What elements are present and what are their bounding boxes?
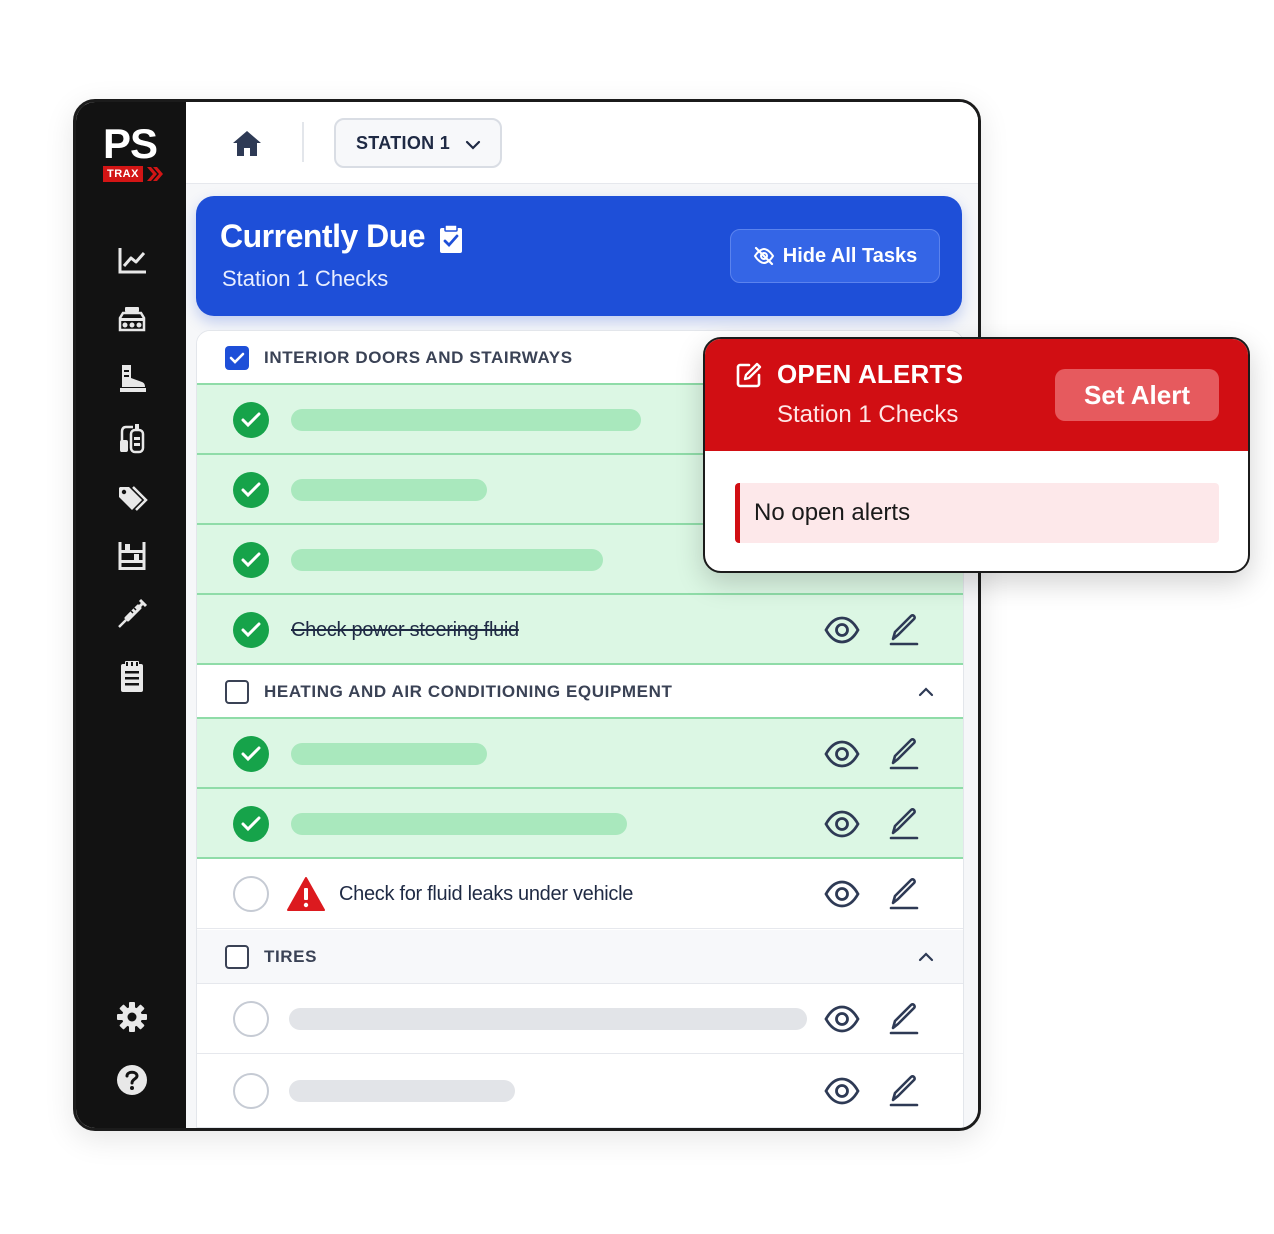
eye-icon[interactable] bbox=[823, 1074, 861, 1108]
open-alerts-title: OPEN ALERTS bbox=[777, 359, 964, 389]
pencil-icon[interactable] bbox=[887, 875, 921, 911]
section-header[interactable]: TIRES bbox=[197, 930, 963, 984]
hide-all-tasks-button[interactable]: Hide All Tasks bbox=[730, 229, 940, 283]
top-bar: STATION 1 bbox=[186, 102, 978, 184]
hide-all-tasks-label: Hide All Tasks bbox=[782, 244, 918, 267]
task-checkbox[interactable] bbox=[233, 1001, 269, 1037]
sidebar-item-tags-icon[interactable] bbox=[114, 480, 150, 516]
section-title: TIRES bbox=[264, 947, 318, 966]
currently-due-card: Currently Due Station 1 Checks Hide All … bbox=[196, 196, 962, 316]
check-circle-icon[interactable] bbox=[233, 806, 269, 842]
task-placeholder-bar bbox=[291, 743, 487, 765]
home-icon[interactable] bbox=[230, 126, 264, 160]
section-title: INTERIOR DOORS AND STAIRWAYS bbox=[264, 348, 573, 367]
check-circle-icon[interactable] bbox=[233, 612, 269, 648]
task-row[interactable] bbox=[197, 1056, 963, 1126]
sidebar-item-boot-icon[interactable] bbox=[114, 360, 150, 396]
check-circle-icon[interactable] bbox=[233, 472, 269, 508]
section-title: HEATING AND AIR CONDITIONING EQUIPMENT bbox=[264, 682, 673, 701]
main-content: STATION 1 Currently Due Station 1 Checks… bbox=[186, 102, 978, 1128]
task-row[interactable]: Check for fluid leaks under vehicle bbox=[197, 859, 963, 929]
logo-chevrons-icon bbox=[147, 167, 163, 181]
sidebar-item-syringe-icon[interactable] bbox=[114, 596, 150, 632]
logo-text: PS bbox=[103, 120, 158, 167]
help-icon[interactable] bbox=[114, 1062, 150, 1098]
task-label: Check power steering fluid bbox=[291, 619, 519, 641]
app-window: PS TRAX STATION 1 Currently Due Station … bbox=[73, 99, 981, 1131]
task-placeholder-bar bbox=[291, 409, 641, 431]
eye-off-icon bbox=[753, 246, 774, 266]
station-dropdown[interactable]: STATION 1 bbox=[334, 118, 502, 168]
chevron-down-icon bbox=[465, 140, 481, 150]
task-row[interactable] bbox=[197, 789, 963, 859]
task-placeholder-bar bbox=[291, 479, 487, 501]
eye-icon[interactable] bbox=[823, 613, 861, 647]
check-circle-icon[interactable] bbox=[233, 542, 269, 578]
check-circle-icon[interactable] bbox=[233, 736, 269, 772]
pencil-icon[interactable] bbox=[887, 735, 921, 771]
section-checkbox[interactable] bbox=[225, 346, 249, 370]
eye-icon[interactable] bbox=[823, 737, 861, 771]
open-alerts-header: OPEN ALERTS Station 1 Checks Set Alert bbox=[705, 339, 1248, 451]
open-alerts-subtitle: Station 1 Checks bbox=[777, 401, 959, 428]
pencil-icon[interactable] bbox=[887, 1000, 921, 1036]
chevron-up-icon[interactable] bbox=[917, 948, 935, 966]
edit-square-icon bbox=[736, 362, 762, 388]
eye-icon[interactable] bbox=[823, 807, 861, 841]
sidebar-item-vehicle-icon[interactable] bbox=[114, 302, 150, 338]
task-row[interactable] bbox=[197, 719, 963, 789]
sidebar-item-rack-icon[interactable] bbox=[114, 538, 150, 574]
eye-icon[interactable] bbox=[823, 877, 861, 911]
task-placeholder-bar bbox=[291, 813, 627, 835]
currently-due-title: Currently Due bbox=[220, 218, 426, 254]
task-row[interactable]: Check power steering fluid bbox=[197, 595, 963, 665]
pencil-icon[interactable] bbox=[887, 611, 921, 647]
logo[interactable]: PS TRAX bbox=[103, 120, 167, 184]
task-label: Check for fluid leaks under vehicle bbox=[339, 883, 634, 905]
sidebar-item-clipboard-list-icon[interactable] bbox=[114, 658, 150, 694]
check-circle-icon[interactable] bbox=[233, 402, 269, 438]
task-placeholder-bar bbox=[289, 1008, 807, 1030]
task-checkbox[interactable] bbox=[233, 1073, 269, 1109]
settings-gear-icon[interactable] bbox=[114, 999, 150, 1035]
warning-triangle-icon bbox=[287, 877, 325, 911]
eye-icon[interactable] bbox=[823, 1002, 861, 1036]
task-placeholder-bar bbox=[291, 549, 603, 571]
sidebar-item-oxygen-tank-icon[interactable] bbox=[114, 420, 150, 456]
section-checkbox[interactable] bbox=[225, 945, 249, 969]
sidebar-item-chart-line-icon[interactable] bbox=[114, 242, 150, 278]
set-alert-button[interactable]: Set Alert bbox=[1055, 369, 1219, 421]
sidebar: PS TRAX bbox=[76, 102, 186, 1128]
section-header[interactable]: HEATING AND AIR CONDITIONING EQUIPMENT bbox=[197, 665, 963, 719]
task-checkbox[interactable] bbox=[233, 876, 269, 912]
task-placeholder-bar bbox=[289, 1080, 515, 1102]
no-alerts-message: No open alerts bbox=[735, 483, 1219, 543]
logo-subtext: TRAX bbox=[103, 166, 143, 182]
chevron-up-icon[interactable] bbox=[917, 683, 935, 701]
section-checkbox[interactable] bbox=[225, 680, 249, 704]
topbar-divider bbox=[302, 122, 304, 162]
pencil-icon[interactable] bbox=[887, 805, 921, 841]
clipboard-check-icon bbox=[440, 224, 462, 253]
currently-due-subtitle: Station 1 Checks bbox=[222, 266, 389, 291]
task-row[interactable] bbox=[197, 984, 963, 1054]
pencil-icon[interactable] bbox=[887, 1072, 921, 1108]
station-dropdown-value: STATION 1 bbox=[356, 132, 451, 153]
open-alerts-panel: OPEN ALERTS Station 1 Checks Set Alert N… bbox=[703, 337, 1250, 573]
